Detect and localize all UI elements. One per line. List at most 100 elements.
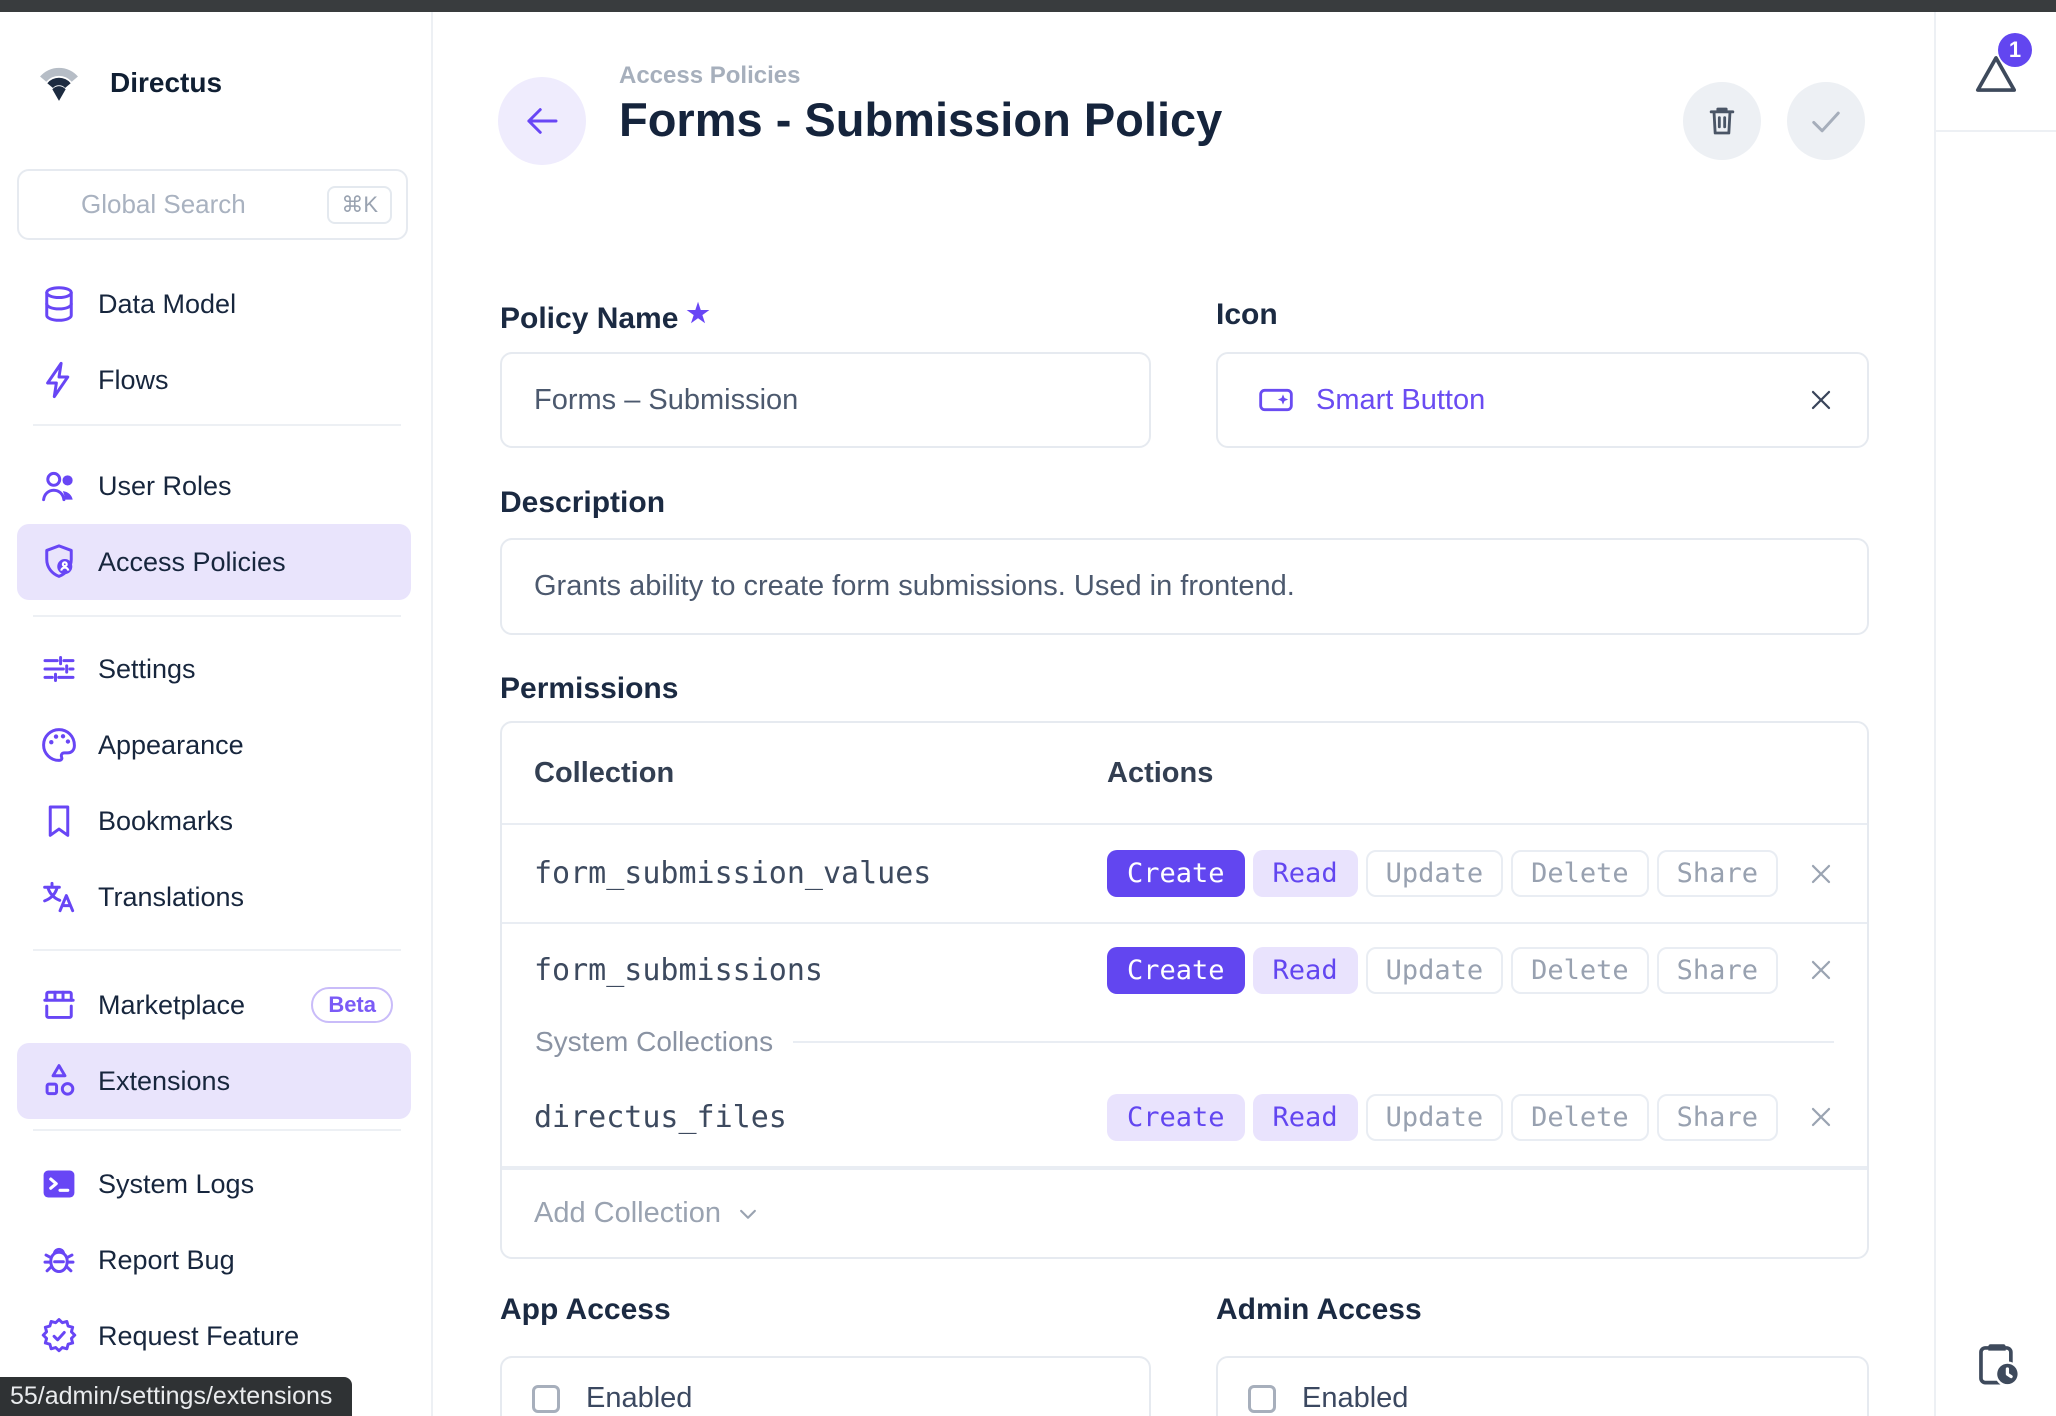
action-toggle-read[interactable]: Read [1253,1094,1358,1141]
palette-icon [38,724,80,766]
bookmark-icon [38,800,80,842]
bolt-icon [38,359,80,401]
database-icon [38,283,80,325]
description-value: Grants ability to create form submission… [534,540,1295,633]
sidebar-item-label: Bookmarks [98,806,233,837]
app-access-checkbox-label: Enabled [586,1382,692,1415]
sidebar-item-label: Marketplace [98,990,245,1021]
save-button[interactable] [1787,82,1865,160]
action-toggle-share[interactable]: Share [1657,850,1778,897]
sidebar-item-label: Request Feature [98,1321,299,1352]
collection-name: directus_files [534,1100,1107,1135]
sidebar-item-label: Settings [98,654,196,685]
action-toggle-update[interactable]: Update [1366,850,1504,897]
admin-access-label: Admin Access [1216,1293,1422,1327]
sidebar-item-report-bug[interactable]: Report Bug [17,1222,411,1298]
add-collection-button[interactable]: Add Collection [502,1168,1867,1257]
trash-icon [1702,101,1742,141]
collection-name: form_submission_values [534,856,1107,891]
sidebar-item-system-logs[interactable]: System Logs [17,1146,411,1222]
sidebar-item-label: Appearance [98,730,244,761]
sidebar-item-label: Data Model [98,289,236,320]
translate-icon [38,876,80,918]
sidebar-item-bookmarks[interactable]: Bookmarks [17,783,411,859]
sidebar-item-settings[interactable]: Settings [17,631,411,707]
breadcrumb[interactable]: Access Policies [619,62,800,90]
status-url-tooltip: 55/admin/settings/extensions [0,1377,352,1416]
action-chips: CreateReadUpdateDeleteShare [1107,1094,1778,1141]
action-toggle-update[interactable]: Update [1366,947,1504,994]
sidebar-item-request-feature[interactable]: Request Feature [17,1298,411,1374]
sidebar-item-label: Flows [98,365,169,396]
sidebar-item-data-model[interactable]: Data Model [17,266,411,342]
sidebar-divider [33,1129,401,1131]
sidebar-item-label: System Logs [98,1169,254,1200]
action-toggle-delete[interactable]: Delete [1511,1094,1649,1141]
icon-field[interactable]: Smart Button [1216,352,1869,448]
revisions-clipboard-icon[interactable] [1971,1338,2023,1390]
policy-name-input[interactable]: Forms – Submission [500,352,1151,448]
required-marker: ★ [686,298,709,328]
action-toggle-share[interactable]: Share [1657,1094,1778,1141]
sidebar-item-appearance[interactable]: Appearance [17,707,411,783]
icon-label: Icon [1216,298,1278,332]
sidebar-group-1: User Roles Access Policies [17,448,411,600]
app-access-checkbox[interactable] [532,1385,560,1413]
user-roles-icon [38,465,80,507]
description-input[interactable]: Grants ability to create form submission… [500,538,1869,635]
remove-permission-button[interactable] [1805,1101,1837,1133]
sidebar-item-label: Translations [98,882,244,913]
sidebar-item-access-policies[interactable]: Access Policies [17,524,411,600]
sidebar-item-label: Report Bug [98,1245,235,1276]
clear-icon-button[interactable] [1805,384,1837,416]
app-access-label: App Access [500,1293,671,1327]
system-collections-divider: System Collections [502,1016,1867,1068]
action-toggle-create[interactable]: Create [1107,850,1245,897]
sidebar-divider [33,615,401,617]
beta-badge: Beta [311,987,393,1023]
admin-access-checkbox-label: Enabled [1302,1382,1408,1415]
notification-count-badge: 1 [1998,33,2032,67]
permission-row-form_submissions: form_submissionsCreateReadUpdateDeleteSh… [502,924,1867,1016]
permissions-table-header: Collection Actions [502,723,1867,825]
permission-row-form_submission_values: form_submission_valuesCreateReadUpdateDe… [502,825,1867,924]
admin-access-box: Enabled [1216,1356,1869,1416]
action-toggle-delete[interactable]: Delete [1511,947,1649,994]
action-toggle-create[interactable]: Create [1107,1094,1245,1141]
browser-top-strip [0,0,2056,12]
sidebar-item-extensions[interactable]: Extensions [17,1043,411,1119]
smart-button-icon [1256,380,1296,420]
sidebar-item-label: Access Policies [98,547,286,578]
action-toggle-read[interactable]: Read [1253,947,1358,994]
sidebar-group-2: Settings Appearance Bookmarks Translations [17,631,411,935]
sidebar-item-translations[interactable]: Translations [17,859,411,935]
sidebar-item-marketplace[interactable]: Marketplace Beta [17,967,411,1043]
action-toggle-read[interactable]: Read [1253,850,1358,897]
back-button[interactable] [498,77,586,165]
action-toggle-share[interactable]: Share [1657,947,1778,994]
actions-column-header: Actions [1107,757,1213,790]
remove-permission-button[interactable] [1805,954,1837,986]
sidebar-group-3: Marketplace Beta Extensions [17,967,411,1119]
remove-permission-button[interactable] [1805,858,1837,890]
action-toggle-delete[interactable]: Delete [1511,850,1649,897]
action-toggle-create[interactable]: Create [1107,947,1245,994]
sidebar-divider [33,949,401,951]
sidebar-item-label: Extensions [98,1066,230,1097]
divider-line [793,1041,1834,1043]
description-label: Description [500,486,665,520]
page-title: Forms - Submission Policy [619,92,1222,147]
action-chips: CreateReadUpdateDeleteShare [1107,850,1778,897]
sidebar-item-user-roles[interactable]: User Roles [17,448,411,524]
action-toggle-update[interactable]: Update [1366,1094,1504,1141]
admin-access-checkbox[interactable] [1248,1385,1276,1413]
bug-icon [38,1239,80,1281]
permissions-label: Permissions [500,672,678,706]
directus-app: Directus Global Search ⌘K Data ModelFlow… [0,0,2056,1416]
permissions-rows: form_submission_valuesCreateReadUpdateDe… [502,825,1867,1168]
sidebar-group-0: Data Model Flows [17,266,411,418]
sidebar-item-flows[interactable]: Flows [17,342,411,418]
delete-button[interactable] [1683,82,1761,160]
permission-row-directus_files: directus_filesCreateReadUpdateDeleteShar… [502,1068,1867,1168]
app-access-box: Enabled [500,1356,1151,1416]
